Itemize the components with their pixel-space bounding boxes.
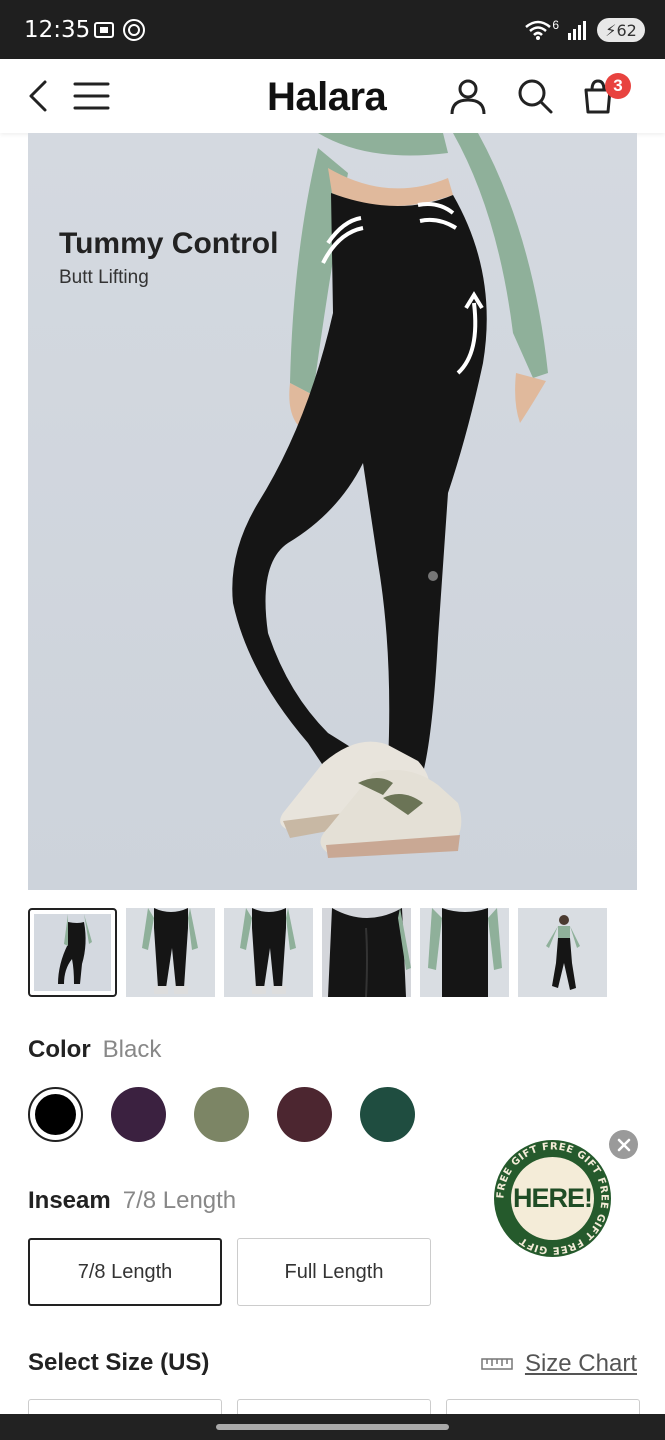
swatch-burgundy[interactable]: [277, 1087, 332, 1142]
hero-subtitle: Butt Lifting: [59, 267, 149, 288]
product-hero-image[interactable]: Tummy Control Butt Lifting: [28, 133, 637, 890]
target-icon: [123, 19, 145, 41]
thumbnail-image: [58, 914, 92, 984]
thumbnail-image: [546, 915, 580, 990]
inseam-option-full[interactable]: Full Length: [237, 1238, 431, 1306]
thumbnail-image: [142, 908, 198, 994]
thumbnail-3[interactable]: [224, 908, 313, 997]
selected-inseam: 7/8 Length: [122, 1187, 237, 1214]
thumbnail-4[interactable]: [322, 908, 411, 997]
status-time: 12:35: [24, 17, 91, 43]
selected-color: Black: [102, 1036, 162, 1063]
thumbnail-2[interactable]: [126, 908, 215, 997]
color-label-row: Color Black: [28, 1036, 161, 1064]
status-bar: 12:35 6 ⚡ 62: [0, 0, 665, 59]
swatch-green[interactable]: [360, 1087, 415, 1142]
charging-icon: ⚡: [605, 20, 617, 40]
free-gift-badge[interactable]: FREE GIFT FREE GIFT FREE GIFT FREE GIFT …: [494, 1140, 611, 1257]
thumbnail-image: [428, 908, 502, 997]
thumbnail-6[interactable]: [518, 908, 607, 997]
account-icon[interactable]: [448, 76, 488, 116]
hero-title: Tummy Control: [59, 227, 279, 260]
gift-here-text: HERE!: [512, 1183, 593, 1213]
inseam-option-7-8[interactable]: 7/8 Length: [28, 1238, 222, 1306]
size-chart-label: Size Chart: [524, 1350, 637, 1377]
inseam-label-row: Inseam 7/8 Length: [28, 1187, 236, 1215]
swatch-black[interactable]: [28, 1087, 83, 1142]
battery-indicator: ⚡ 62: [597, 18, 645, 42]
search-icon[interactable]: [515, 76, 555, 116]
size-label-row: Select Size (US): [28, 1349, 209, 1377]
cart-count-badge: 3: [605, 73, 631, 99]
signal-icon: [568, 21, 586, 40]
app-header: Halara: [0, 59, 665, 133]
swatch-olive[interactable]: [194, 1087, 249, 1142]
color-label: Color: [28, 1036, 91, 1063]
inseam-label: Inseam: [28, 1187, 111, 1214]
screenshot-icon: [94, 22, 114, 38]
brand-logo[interactable]: Halara: [267, 75, 387, 120]
gesture-handle[interactable]: [216, 1424, 449, 1430]
thumbnail-5[interactable]: [420, 908, 509, 997]
close-promo-button[interactable]: [609, 1130, 638, 1159]
wifi-icon: [525, 20, 552, 40]
swatch-purple[interactable]: [111, 1087, 166, 1142]
color-swatches: [28, 1087, 415, 1142]
ruler-icon: [481, 1358, 513, 1370]
back-icon[interactable]: [20, 76, 60, 116]
thumbnail-strip: [28, 908, 607, 997]
network-type-label: 6: [552, 18, 559, 32]
size-chart-link[interactable]: Size Chart: [481, 1350, 637, 1378]
inseam-options: 7/8 Length Full Length: [28, 1238, 431, 1306]
size-label: Select Size (US): [28, 1349, 210, 1376]
system-nav-bar: [0, 1414, 665, 1440]
close-icon: [617, 1138, 630, 1151]
thumbnail-image: [240, 908, 296, 994]
menu-icon[interactable]: [72, 76, 112, 116]
thumbnail-1[interactable]: [28, 908, 117, 997]
thumbnail-image: [322, 908, 411, 997]
